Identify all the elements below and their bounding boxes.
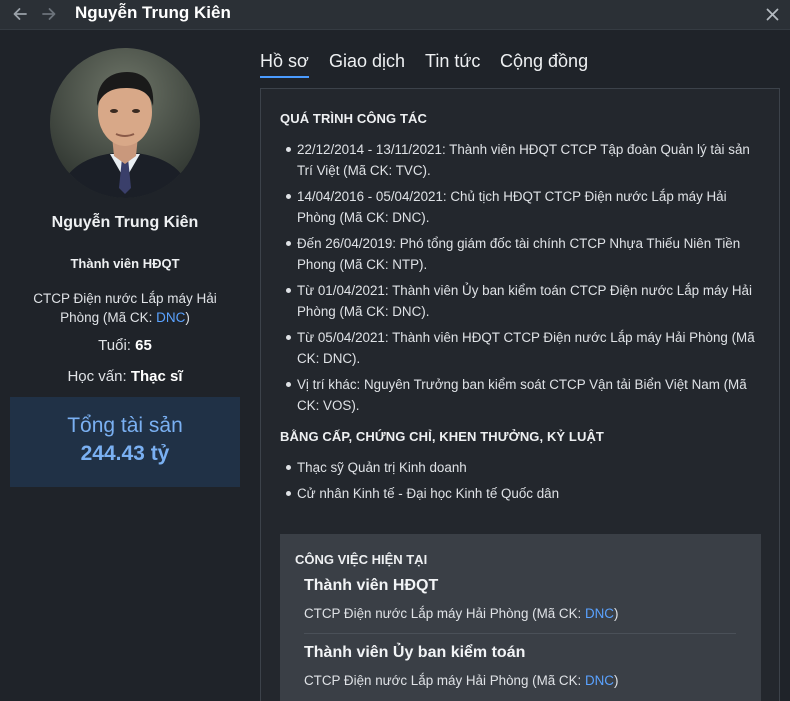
stock-code-link[interactable]: DNC bbox=[585, 606, 614, 621]
job-title: Thành viên Ủy ban kiểm toán bbox=[304, 644, 526, 661]
career-item: Từ 01/04/2021: Thành viên Ủy ban kiểm to… bbox=[286, 280, 767, 322]
career-list: 22/12/2014 - 13/11/2021: Thành viên HĐQT… bbox=[286, 139, 767, 421]
profile-company: CTCP Điện nước Lắp máy Hải Phòng (Mã CK:… bbox=[14, 289, 236, 327]
total-assets-card: Tổng tài sản 244.43 tỷ bbox=[10, 397, 240, 487]
profile-role: Thành viên HĐQT bbox=[70, 256, 180, 271]
stock-code-link[interactable]: DNC bbox=[156, 310, 185, 325]
job-company: CTCP Điện nước Lắp máy Hải Phòng (Mã CK:… bbox=[304, 606, 736, 621]
current-jobs-card: CÔNG VIỆC HIỆN TẠI Thành viên HĐQT CTCP … bbox=[280, 534, 761, 701]
career-item: Đến 26/04/2019: Phó tổng giám đốc tài ch… bbox=[286, 233, 767, 275]
job-company: CTCP Điện nước Lắp máy Hải Phòng (Mã CK:… bbox=[304, 673, 736, 688]
profile-name: Nguyễn Trung Kiên bbox=[51, 214, 199, 231]
divider bbox=[304, 633, 736, 634]
close-icon bbox=[766, 8, 778, 20]
forward-button[interactable] bbox=[38, 3, 60, 25]
education-value: Thạc sĩ bbox=[130, 368, 183, 385]
career-item: 14/04/2016 - 05/04/2021: Chủ tịch HĐQT C… bbox=[286, 186, 767, 228]
job-company-suffix: ) bbox=[613, 673, 619, 688]
close-button[interactable] bbox=[762, 4, 782, 24]
job-title: Thành viên HĐQT bbox=[304, 577, 439, 594]
education-row: Học vấn: Thạc sĩ bbox=[0, 368, 250, 385]
arrow-right-icon bbox=[42, 8, 56, 20]
job-company-name: CTCP Điện nước Lắp máy Hải Phòng (Mã CK: bbox=[304, 673, 585, 688]
age-value: 65 bbox=[135, 337, 152, 354]
tab-news[interactable]: Tin tức bbox=[425, 51, 480, 76]
tab-profile[interactable]: Hồ sơ bbox=[260, 51, 309, 78]
stock-code-link[interactable]: DNC bbox=[585, 673, 614, 688]
career-section-title: QUÁ TRÌNH CÔNG TÁC bbox=[280, 111, 427, 126]
tab-community[interactable]: Cộng đồng bbox=[500, 51, 588, 76]
arrow-left-icon bbox=[13, 8, 27, 20]
degrees-list: Thạc sỹ Quản trị Kinh doanh Cử nhân Kinh… bbox=[286, 457, 767, 509]
degree-item: Thạc sỹ Quản trị Kinh doanh bbox=[286, 457, 767, 478]
total-assets-value: 244.43 tỷ bbox=[80, 442, 170, 465]
degrees-section-title: BẰNG CẤP, CHỨNG CHỈ, KHEN THƯỞNG, KỶ LUẬ… bbox=[280, 429, 604, 444]
profile-content-panel: QUÁ TRÌNH CÔNG TÁC 22/12/2014 - 13/11/20… bbox=[260, 88, 780, 701]
portrait-image bbox=[50, 48, 200, 198]
current-jobs-title: CÔNG VIỆC HIỆN TẠI bbox=[295, 552, 428, 567]
back-button[interactable] bbox=[9, 3, 31, 25]
education-label: Học vấn: bbox=[67, 368, 127, 385]
career-item: Vị trí khác: Nguyên Trưởng ban kiểm soát… bbox=[286, 374, 767, 416]
title-bar: Nguyễn Trung Kiên bbox=[0, 0, 790, 30]
job-company-suffix: ) bbox=[613, 606, 619, 621]
age-row: Tuổi: 65 bbox=[0, 337, 250, 354]
job-company-name: CTCP Điện nước Lắp máy Hải Phòng (Mã CK: bbox=[304, 606, 585, 621]
company-suffix: ) bbox=[185, 310, 190, 325]
career-item: Từ 05/04/2021: Thành viên HĐQT CTCP Điện… bbox=[286, 327, 767, 369]
avatar bbox=[50, 48, 200, 198]
total-assets-label: Tổng tài sản bbox=[67, 414, 183, 437]
current-job: Thành viên HĐQT CTCP Điện nước Lắp máy H… bbox=[304, 577, 736, 621]
degree-item: Cử nhân Kinh tế - Đại học Kinh tế Quốc d… bbox=[286, 483, 767, 504]
career-item: 22/12/2014 - 13/11/2021: Thành viên HĐQT… bbox=[286, 139, 767, 181]
current-job: Thành viên Ủy ban kiểm toán CTCP Điện nư… bbox=[304, 644, 736, 688]
window-title: Nguyễn Trung Kiên bbox=[75, 3, 231, 22]
tab-transactions[interactable]: Giao dịch bbox=[329, 51, 405, 76]
age-label: Tuổi: bbox=[98, 337, 131, 354]
